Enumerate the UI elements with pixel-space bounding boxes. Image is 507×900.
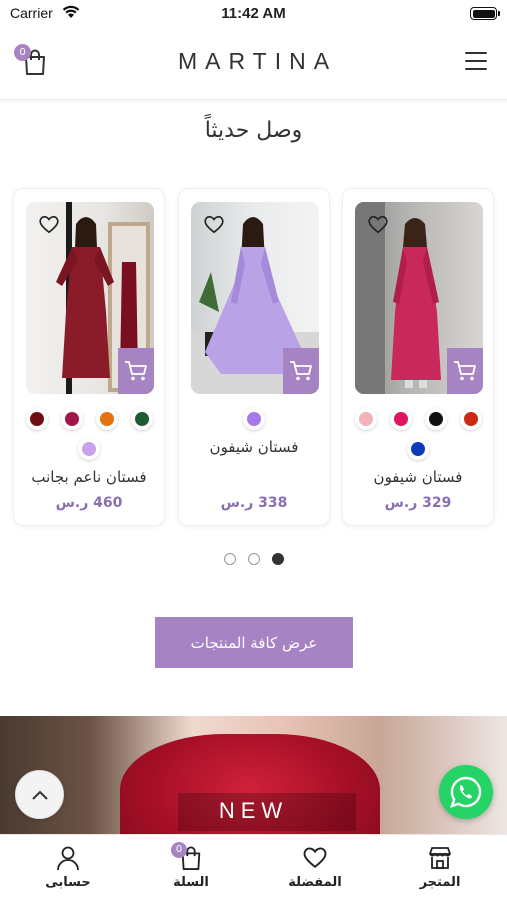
tab-favorites-label: المفضلة (288, 875, 342, 890)
cart-icon (125, 361, 147, 381)
carousel-dot[interactable] (247, 553, 260, 565)
carousel-dot-active[interactable] (271, 553, 284, 565)
tab-cart[interactable]: 0 السلة (141, 835, 241, 900)
user-icon (57, 846, 79, 871)
chevron-up-icon (31, 790, 48, 800)
color-swatches (179, 408, 329, 430)
tab-favorites[interactable]: المفضلة (265, 835, 365, 900)
color-swatch[interactable] (389, 408, 412, 430)
bottom-tab-bar: المتجر المفضلة 0 السلة حسابى (0, 834, 507, 900)
color-swatch[interactable] (25, 408, 48, 430)
color-swatch[interactable] (243, 408, 265, 430)
whatsapp-icon (450, 776, 482, 808)
carousel-pagination (0, 553, 507, 565)
heart-icon[interactable] (38, 214, 60, 234)
color-swatch[interactable] (407, 438, 429, 460)
hamburger-menu-button[interactable] (465, 52, 487, 70)
color-swatches (14, 408, 164, 460)
product-price: 460 ر.س (55, 495, 123, 511)
product-image[interactable] (26, 202, 154, 394)
add-to-cart-button[interactable] (118, 348, 154, 394)
tab-cart-label: السلة (173, 875, 209, 890)
heart-icon[interactable] (367, 214, 389, 234)
app-header: 0 MARTINA (0, 30, 507, 100)
color-swatch[interactable] (60, 408, 83, 430)
color-swatch[interactable] (424, 408, 447, 430)
banner-text: NEW (218, 798, 289, 823)
color-swatch[interactable] (95, 408, 118, 430)
scroll-to-top-button[interactable] (15, 770, 64, 819)
product-image[interactable] (355, 202, 483, 394)
menu-icon (465, 52, 487, 54)
heart-icon (303, 847, 327, 868)
clock: 11:42 AM (221, 5, 286, 22)
color-swatches (343, 408, 493, 460)
product-card[interactable]: فستان شيفون 329 ر.س (342, 188, 494, 526)
battery-icon (470, 7, 500, 20)
product-image[interactable] (191, 202, 319, 394)
view-all-products-button[interactable]: عرض كافة المنتجات (155, 617, 353, 668)
product-name[interactable]: فستان شيفون (343, 468, 493, 486)
brand-logo[interactable]: MARTINA (0, 48, 507, 75)
tab-store-label: المتجر (419, 875, 461, 890)
status-bar: Carrier 11:42 AM (0, 0, 507, 30)
product-name[interactable]: فستان شيفون (179, 438, 329, 456)
add-to-cart-button[interactable] (447, 348, 483, 394)
add-to-cart-button[interactable] (283, 348, 319, 394)
color-swatch[interactable] (78, 438, 100, 460)
cart-icon (454, 361, 476, 381)
tab-cart-badge: 0 (171, 842, 187, 858)
product-price: 338 ر.س (220, 495, 288, 511)
section-title: وصل حديثاً (204, 118, 303, 143)
color-swatch[interactable] (130, 408, 153, 430)
color-swatch[interactable] (459, 408, 482, 430)
tab-account-label: حسابى (45, 875, 91, 890)
heart-icon[interactable] (203, 214, 225, 234)
product-card[interactable]: فستان شيفون 338 ر.س (178, 188, 330, 526)
whatsapp-button[interactable] (439, 765, 493, 819)
store-icon (429, 847, 451, 869)
tab-store[interactable]: المتجر (390, 835, 490, 900)
tab-account[interactable]: حسابى (18, 835, 118, 900)
product-card[interactable]: فستان ناعم بجانب 460 ر.س (13, 188, 165, 526)
product-price: 329 ر.س (384, 495, 452, 511)
product-name[interactable]: فستان ناعم بجانب (14, 468, 164, 486)
color-swatch[interactable] (354, 408, 377, 430)
cart-icon (290, 361, 312, 381)
carousel-dot[interactable] (223, 553, 236, 565)
